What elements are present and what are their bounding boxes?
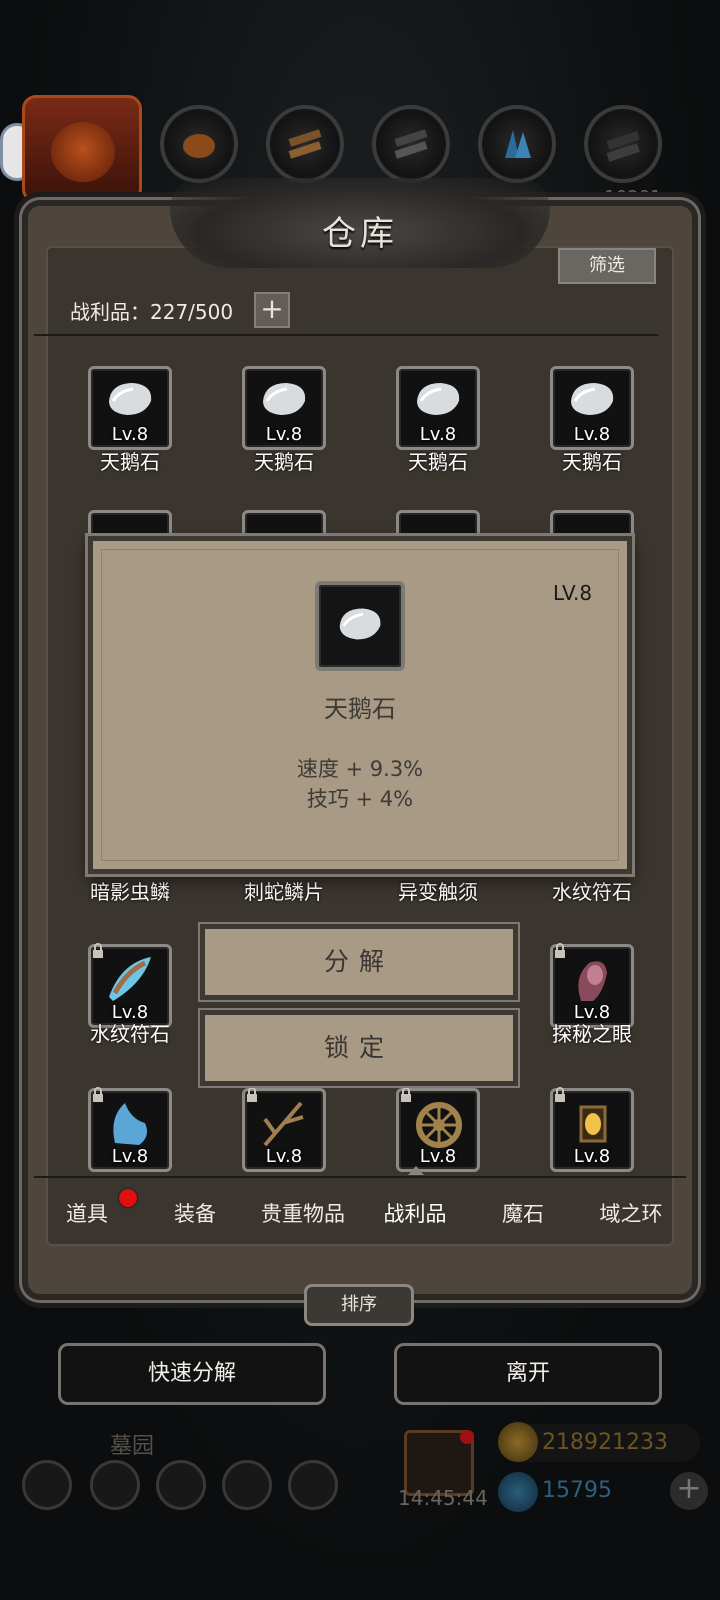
tab-magic-stones[interactable]: 魔石: [468, 1198, 578, 1228]
loot-counter: 战利品：227/500: [70, 300, 234, 324]
inventory-slot[interactable]: Lv.8: [242, 366, 326, 450]
popup-item-level: LV.8: [553, 581, 593, 605]
iron-resource-icon[interactable]: [372, 105, 450, 183]
hud-button[interactable]: [156, 1460, 206, 1510]
gold-amount: 218921233: [542, 1430, 668, 1455]
item-name: 天鹅石: [562, 450, 622, 474]
item-name: 水纹符石: [90, 1022, 170, 1046]
item-name: 刺蛇鳞片: [244, 880, 324, 904]
item-level: Lv.8: [573, 424, 611, 445]
item-name: 探秘之眼: [552, 1022, 632, 1046]
divider: [34, 334, 658, 336]
inventory-slot[interactable]: Lv.8: [550, 1087, 634, 1172]
clock: 14:45:44: [398, 1486, 488, 1510]
item-level: Lv.8: [265, 424, 303, 445]
inventory-slot[interactable]: Lv.8: [242, 1087, 326, 1172]
crystal-resource-icon[interactable]: [478, 105, 556, 183]
item-name: 天鹅石: [100, 450, 160, 474]
item-level: Lv.8: [419, 1146, 457, 1167]
hud-button[interactable]: [90, 1460, 140, 1510]
quick-decompose-button[interactable]: 快速分解: [58, 1343, 326, 1405]
filter-button[interactable]: 筛选: [558, 248, 656, 284]
tab-loot[interactable]: 战利品: [360, 1198, 470, 1228]
resource-orb-icon[interactable]: [160, 105, 238, 183]
avatar-face: [51, 122, 115, 182]
stone-resource-icon[interactable]: [584, 105, 662, 183]
item-name: 异变触须: [398, 880, 478, 904]
item-detail-popup: LV.8 天鹅石 速度 + 9.3% 技巧 + 4%: [88, 536, 632, 874]
inventory-slot[interactable]: Lv.8: [550, 943, 634, 1028]
item-level: Lv.8: [265, 1146, 303, 1167]
item-name: 暗影虫鳞: [90, 880, 170, 904]
inventory-slot[interactable]: Lv.8: [88, 1087, 172, 1172]
hud-button[interactable]: [22, 1460, 72, 1510]
item-level: Lv.8: [111, 1146, 149, 1167]
inventory-slot[interactable]: Lv.8: [88, 366, 172, 450]
wood-resource-icon[interactable]: [266, 105, 344, 183]
inventory-slot[interactable]: Lv.8: [550, 366, 634, 450]
player-avatar[interactable]: [22, 95, 142, 203]
tab-equipment[interactable]: 装备: [140, 1198, 250, 1228]
decompose-button[interactable]: 分解: [200, 924, 518, 1000]
popup-item-name: 天鹅石: [324, 695, 396, 723]
lock-button[interactable]: 锁定: [200, 1010, 518, 1086]
item-name: 天鹅石: [254, 450, 314, 474]
sort-button[interactable]: 排序: [304, 1284, 414, 1326]
popup-item-icon: [315, 581, 405, 671]
item-level: Lv.8: [419, 424, 457, 445]
popup-stat-speed: 速度 + 9.3%: [296, 757, 424, 781]
inventory-slot[interactable]: Lv.8: [396, 1087, 480, 1172]
item-level: Lv.8: [573, 1146, 611, 1167]
hud-button[interactable]: [288, 1460, 338, 1510]
active-tab-indicator: [408, 1166, 424, 1175]
gold-coin-icon: [498, 1422, 538, 1462]
notification-dot: [119, 1189, 137, 1207]
gem-amount: 15795: [542, 1478, 612, 1503]
popup-stat-skill: 技巧 + 4%: [306, 787, 414, 811]
item-name: 天鹅石: [408, 450, 468, 474]
inventory-slot[interactable]: Lv.8: [88, 943, 172, 1028]
notification-dot: [460, 1430, 474, 1444]
location-label: 墓园: [110, 1434, 155, 1459]
item-level: Lv.8: [111, 424, 149, 445]
add-currency-button[interactable]: +: [670, 1472, 708, 1510]
expand-capacity-button[interactable]: +: [254, 292, 290, 328]
gem-icon: [498, 1472, 538, 1512]
inventory-slot[interactable]: Lv.8: [396, 366, 480, 450]
hud-button[interactable]: [222, 1460, 272, 1510]
item-name: 水纹符石: [552, 880, 632, 904]
tab-domain-rings[interactable]: 域之环: [576, 1198, 686, 1228]
leave-button[interactable]: 离开: [394, 1343, 662, 1405]
tab-valuables[interactable]: 贵重物品: [248, 1198, 358, 1228]
